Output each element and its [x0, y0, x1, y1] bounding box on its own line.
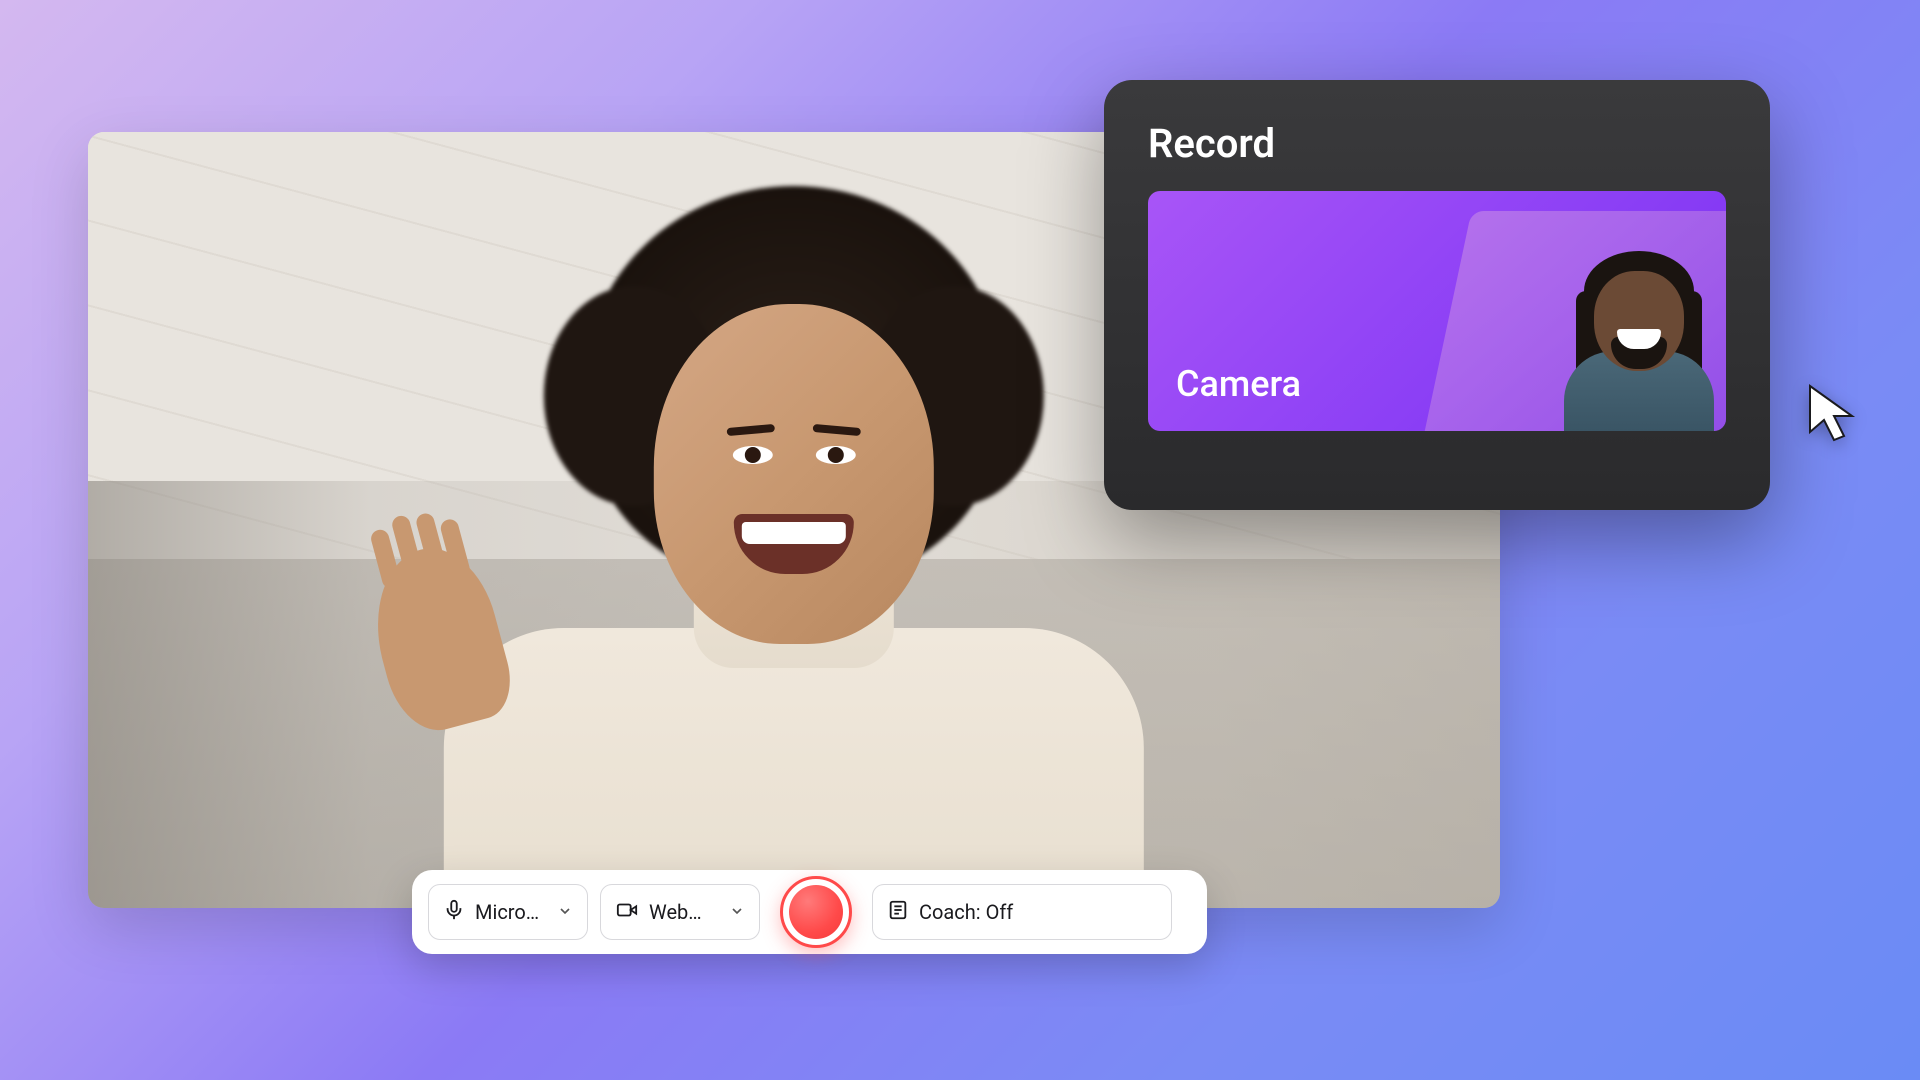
webcam-select[interactable]: Web… — [600, 884, 760, 940]
microphone-label: Microp… — [475, 900, 547, 924]
camera-mode-tile[interactable]: Camera — [1148, 191, 1726, 431]
webcam-label: Web… — [649, 900, 719, 924]
record-icon — [789, 885, 843, 939]
coach-toggle[interactable]: Coach: Off — [872, 884, 1172, 940]
coach-icon — [887, 899, 909, 926]
tile-avatar — [1564, 261, 1714, 431]
chevron-down-icon — [729, 900, 745, 924]
tile-label: Camera — [1176, 363, 1301, 405]
record-button[interactable] — [780, 876, 852, 948]
recording-toolbar: Microp… Web… — [412, 870, 1207, 954]
panel-title: Record — [1148, 120, 1726, 167]
coach-label: Coach: Off — [919, 900, 1157, 924]
chevron-down-icon — [557, 900, 573, 924]
camera-icon — [615, 899, 639, 926]
record-panel: Record Camera — [1104, 80, 1770, 510]
microphone-select[interactable]: Microp… — [428, 884, 588, 940]
microphone-icon — [443, 899, 465, 926]
